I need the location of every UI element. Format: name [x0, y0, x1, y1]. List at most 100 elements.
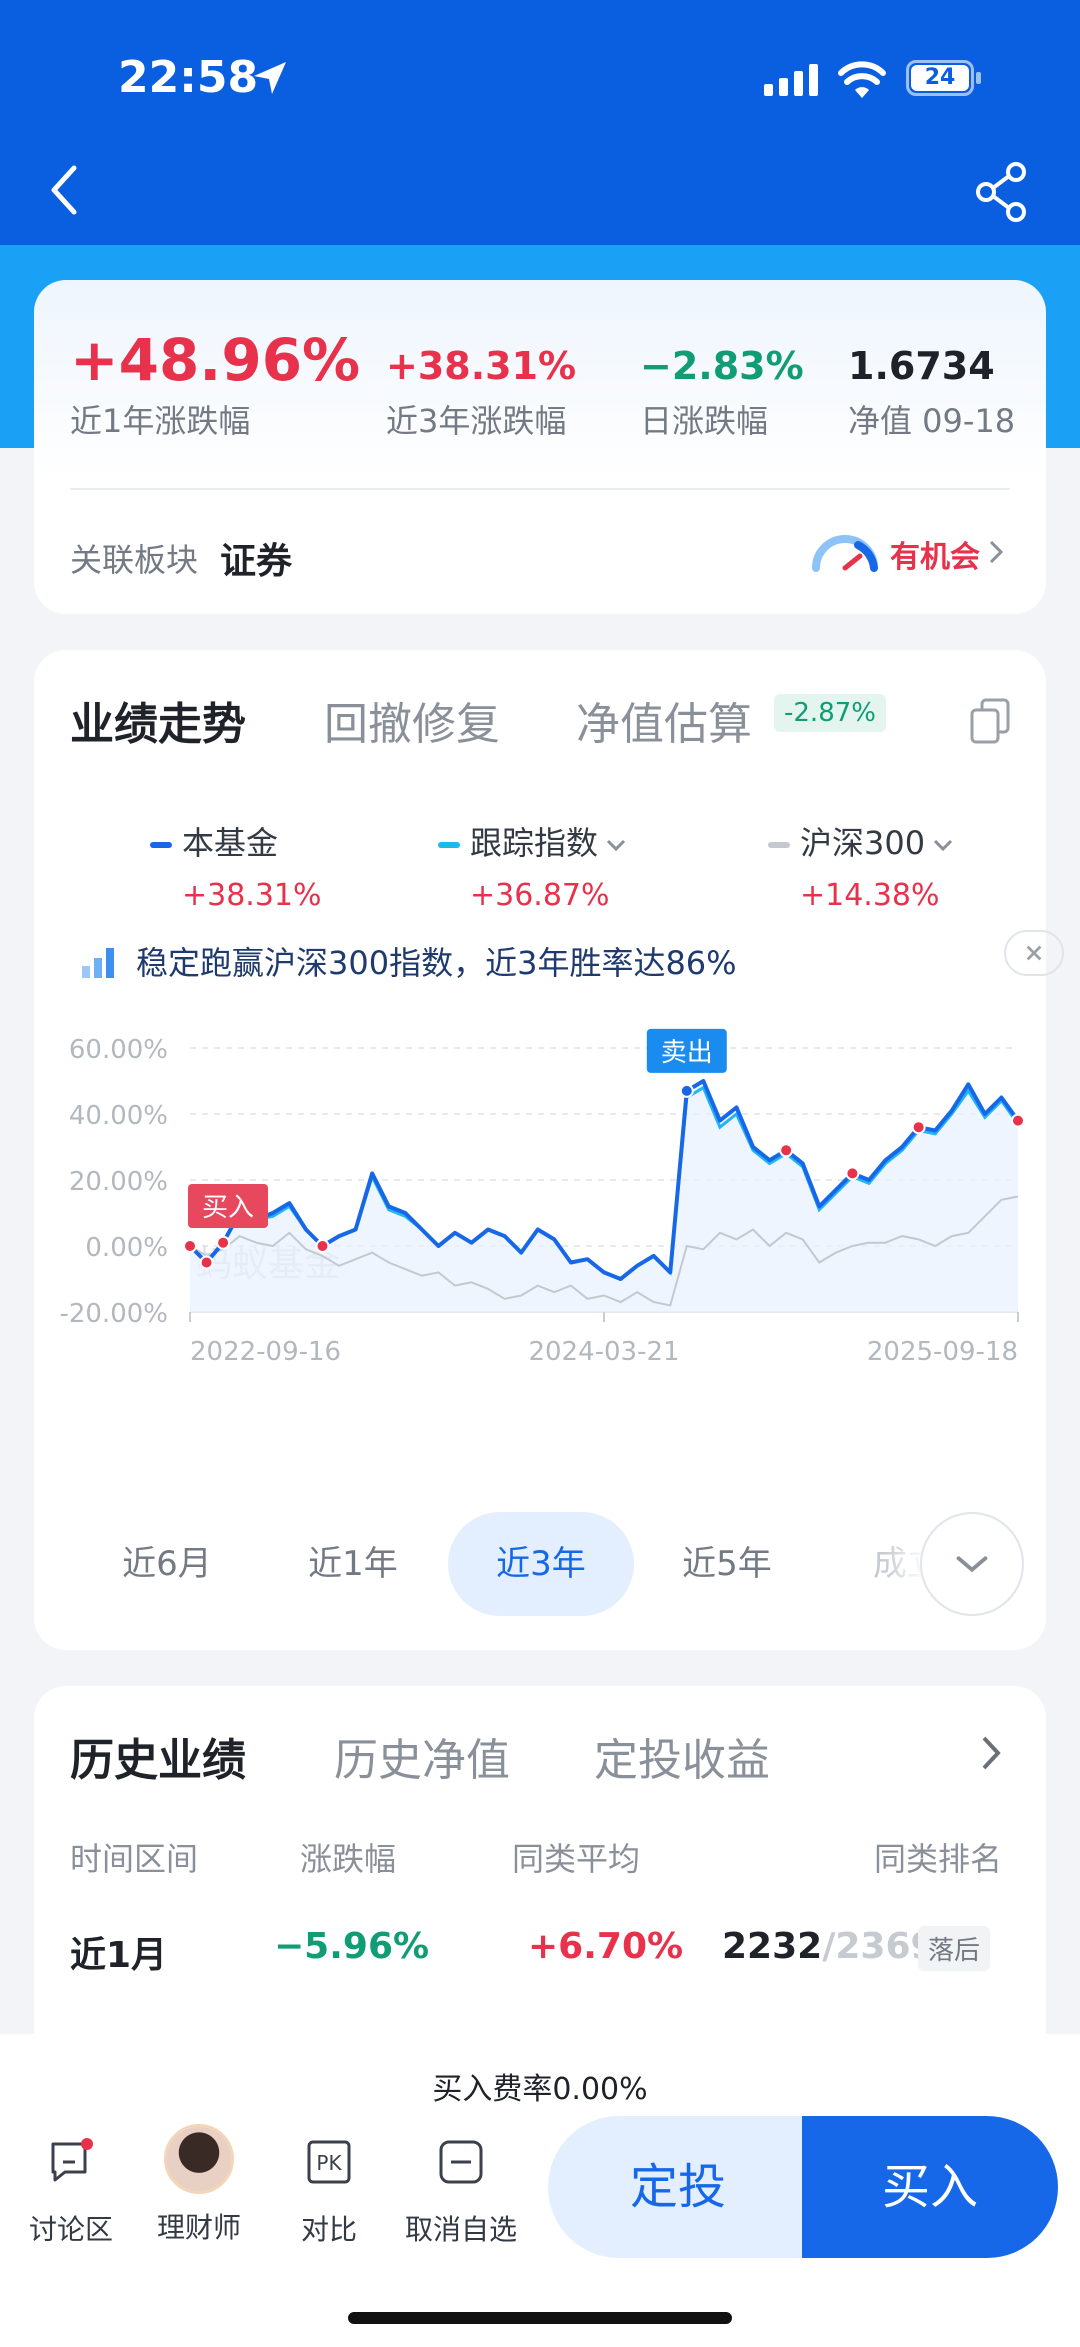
- buy-fee: 买入费率0.00%: [432, 2072, 648, 2107]
- legend-index-name: 跟踪指数: [470, 824, 599, 862]
- chevron-down-icon: [934, 839, 953, 852]
- close-icon[interactable]: [1004, 930, 1064, 976]
- svg-text:PK: PK: [316, 2151, 342, 2175]
- header-rank: 同类排名: [874, 1840, 1003, 1878]
- status-bar: 22:58 24: [0, 0, 1080, 150]
- row-avg: +6.70%: [528, 1926, 684, 1967]
- advisor-avatar: [164, 2124, 234, 2194]
- back-button[interactable]: [40, 160, 90, 220]
- trade-point: [911, 1120, 926, 1135]
- sell-point: [679, 1083, 694, 1098]
- estimate-badge: -2.87%: [774, 694, 886, 732]
- divider: [70, 488, 1010, 490]
- range-5y[interactable]: 近5年: [634, 1512, 820, 1616]
- range-6m[interactable]: 近6月: [74, 1512, 260, 1616]
- bar-chart-icon: [82, 948, 114, 978]
- y-tick-label: 20.00%: [69, 1167, 168, 1197]
- stat-nav-value: 1.6734: [848, 344, 995, 388]
- bottom-action-bar: 买入费率0.00% 讨论区 理财师 PK 对比 取消自选 定投 买入: [0, 2034, 1080, 2347]
- range-3y[interactable]: 近3年: [448, 1512, 634, 1616]
- pk-compare-icon: PK: [307, 2140, 351, 2184]
- legend-fund[interactable]: 本基金 +38.31%: [150, 818, 322, 913]
- performance-card: 业绩走势 回撤修复 净值估算 -2.87% 本基金 +38.31% 跟踪指数 +…: [34, 650, 1064, 1650]
- row-period: 近1月: [70, 1935, 168, 1976]
- range-tabs: 近6月 近1年 近3年 近5年 成立: [34, 1512, 1046, 1622]
- stat-1y-value: +48.96%: [70, 326, 361, 394]
- header-period: 时间区间: [70, 1840, 199, 1878]
- history-card: 历史业绩 历史净值 定投收益 时间区间 涨跌幅 同类平均 同类排名 近1月 −5…: [34, 1686, 1046, 2086]
- trade-point: [199, 1255, 214, 1270]
- trade-point: [845, 1166, 860, 1181]
- tip-banner: 稳定跑赢沪深300指数，近3年胜率达86%: [80, 930, 1064, 990]
- range-1y[interactable]: 近1年: [260, 1512, 446, 1616]
- tab-drawdown[interactable]: 回撤修复: [324, 688, 500, 752]
- row-rank: 2232/2369: [722, 1926, 936, 1967]
- y-tick-label: 40.00%: [69, 1101, 168, 1131]
- battery-level: 24: [911, 65, 969, 91]
- tab-history-nav[interactable]: 历史净值: [334, 1724, 510, 1788]
- trade-point: [779, 1143, 794, 1158]
- stat-daily-value: −2.83%: [640, 344, 804, 388]
- status-time: 22:58: [118, 52, 259, 103]
- stat-nav: 1.6734 净值 09-18: [848, 344, 1015, 442]
- chevron-right-icon[interactable]: [976, 1728, 1006, 1778]
- tab-history-performance[interactable]: 历史业绩: [70, 1724, 246, 1788]
- tab-nav-estimate[interactable]: 净值估算: [576, 688, 752, 752]
- location-arrow-icon: [254, 62, 286, 94]
- nav-compare[interactable]: PK 对比: [264, 2134, 394, 2248]
- tab-plan-returns[interactable]: 定投收益: [594, 1724, 770, 1788]
- rank-position: 2232: [722, 1926, 823, 1967]
- legend-hs300-value: +14.38%: [800, 878, 940, 913]
- nav-advisor[interactable]: 理财师: [134, 2124, 264, 2246]
- trade-point: [216, 1235, 231, 1250]
- nav-discussion-label: 讨论区: [28, 2213, 113, 2246]
- trade-point: [315, 1239, 330, 1253]
- legend-hs300-swatch: [768, 842, 790, 848]
- stat-1y-label: 近1年涨跌幅: [70, 402, 251, 440]
- home-indicator: [348, 2312, 732, 2324]
- stat-3y-value: +38.31%: [386, 344, 577, 388]
- nav-remove-watchlist[interactable]: 取消自选: [396, 2134, 526, 2248]
- stat-3y: +38.31% 近3年涨跌幅: [386, 344, 576, 442]
- x-tick-label: 2025-09-18: [867, 1337, 1018, 1367]
- stat-1y: +48.96% 近1年涨跌幅: [70, 326, 360, 442]
- legend-hs300[interactable]: 沪深300 +14.38%: [768, 818, 953, 913]
- performance-tabs: 业绩走势 回撤修复 净值估算 -2.87%: [34, 650, 1046, 770]
- tab-performance[interactable]: 业绩走势: [70, 688, 246, 752]
- stat-daily: −2.83% 日涨跌幅: [640, 344, 804, 442]
- buy-label: 买入: [202, 1193, 254, 1223]
- sector-label: 关联板块: [70, 541, 199, 579]
- sell-label: 卖出: [661, 1038, 713, 1068]
- battery-indicator: 24: [906, 58, 982, 98]
- stat-nav-label: 净值 09-18: [848, 402, 1016, 440]
- buy-button[interactable]: 买入: [802, 2116, 1058, 2258]
- chevron-down-icon: [956, 1556, 988, 1573]
- cellular-signal-icon: [764, 64, 818, 96]
- rank-tag[interactable]: 落后: [918, 1926, 991, 1971]
- chevron-right-icon: [989, 540, 1004, 564]
- wifi-icon: [838, 61, 886, 98]
- share-button[interactable]: [972, 160, 1032, 224]
- sector-name[interactable]: 证券: [220, 532, 292, 584]
- legend-index-swatch: [438, 842, 460, 848]
- nav-compare-label: 对比: [300, 2213, 357, 2246]
- trade-point: [183, 1239, 197, 1253]
- legend-hs300-name: 沪深300: [800, 824, 926, 862]
- copy-icon[interactable]: [968, 696, 1014, 746]
- chevron-down-icon: [606, 839, 626, 852]
- minus-square-icon: [439, 2140, 483, 2184]
- x-tick-label: 2022-09-16: [190, 1337, 341, 1367]
- nav-discussion[interactable]: 讨论区: [6, 2134, 136, 2248]
- legend-fund-swatch: [150, 842, 172, 848]
- performance-chart[interactable]: 60.00% 40.00% 20.00% 0.00% -20.00% 2022-09-16…: [34, 1010, 1046, 1470]
- nav-advisor-label: 理财师: [156, 2211, 241, 2244]
- auto-invest-button[interactable]: 定投: [548, 2116, 808, 2258]
- tip-text: 稳定跑赢沪深300指数，近3年胜率达86%: [136, 944, 737, 982]
- fund-area: [190, 1081, 1018, 1312]
- expand-ranges-button[interactable]: [920, 1512, 1024, 1616]
- opportunity-link[interactable]: 有机会: [890, 532, 980, 576]
- y-tick-label: 0.00%: [85, 1233, 168, 1263]
- stat-3y-label: 近3年涨跌幅: [386, 402, 567, 440]
- trade-point: [1011, 1113, 1025, 1128]
- legend-index[interactable]: 跟踪指数 +36.87%: [438, 818, 626, 913]
